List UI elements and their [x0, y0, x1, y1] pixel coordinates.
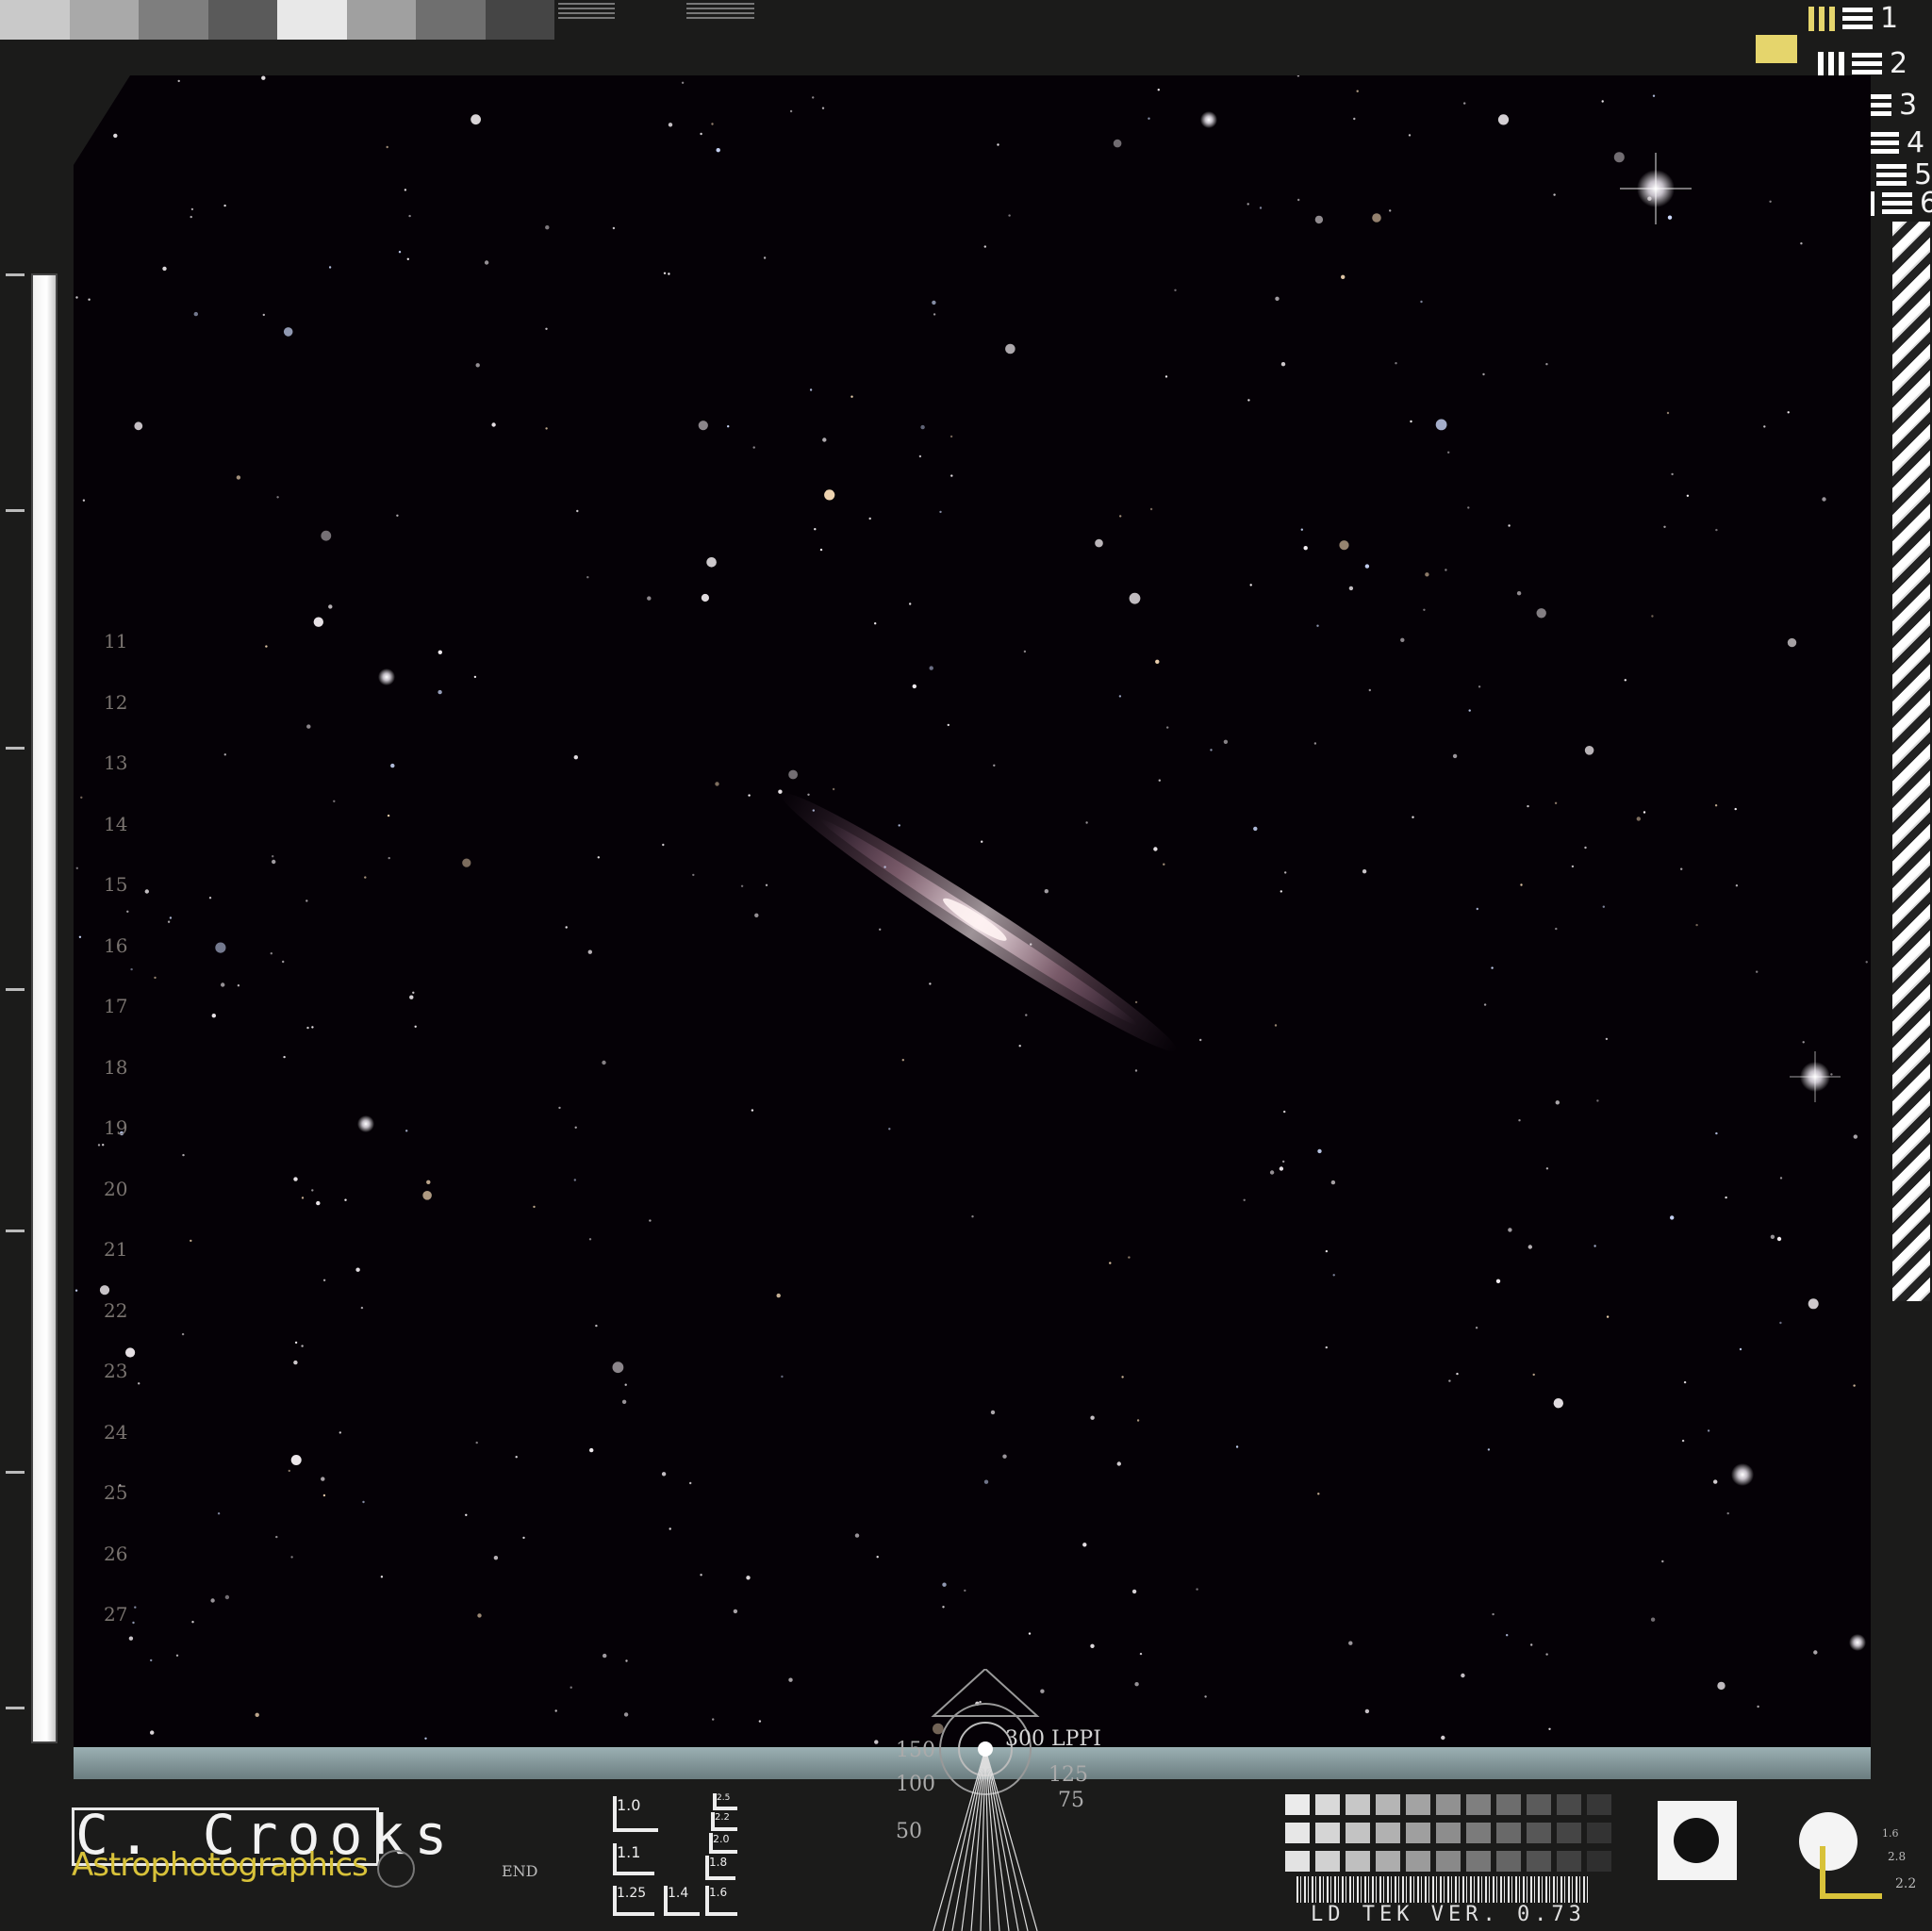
lppi-value: 75 [1058, 1789, 1084, 1812]
gray-step-cell [1285, 1823, 1310, 1843]
resolution-block: 1.1 [613, 1843, 654, 1875]
tick-mark [6, 1471, 25, 1474]
gray-step-cell [1557, 1823, 1581, 1843]
ruler-number: 26 [104, 1542, 128, 1565]
density-value: 2.8 [1888, 1850, 1907, 1863]
target-dot [1674, 1818, 1719, 1863]
lppi-value: 100 [896, 1773, 935, 1796]
gray-step-cell [1315, 1794, 1340, 1815]
resolution-block: 2.0 [709, 1833, 737, 1854]
ruler-number: 12 [104, 690, 128, 714]
gray-step-cell [1406, 1823, 1430, 1843]
gray-step-cell [1315, 1851, 1340, 1872]
resolution-block: 1.0 [613, 1796, 658, 1832]
resolution-block: 1.8 [705, 1856, 735, 1880]
tick-mark [6, 988, 25, 991]
color-swatch [1756, 35, 1797, 63]
gray-step-cell [1436, 1823, 1461, 1843]
hatch-mark [686, 0, 754, 19]
gray-step-cell [1527, 1823, 1551, 1843]
tick-mark [6, 747, 25, 750]
resolution-block: 1.25 [613, 1886, 654, 1916]
gray-step-cell [1466, 1823, 1491, 1843]
resolution-block: 2.5 [713, 1793, 737, 1810]
gray-step-cell [1527, 1851, 1551, 1872]
lppi-value: 125 [1049, 1763, 1088, 1787]
ruler-number: 14 [104, 812, 128, 835]
lppi-value: 150 [896, 1739, 935, 1762]
gray-step-cell [1587, 1823, 1611, 1843]
resolution-marker: 2 [1818, 47, 1907, 80]
gray-step-cell [1346, 1823, 1370, 1843]
bright-stars [357, 111, 1866, 1651]
ruler-number: 21 [104, 1238, 128, 1261]
gray-step-cell [1346, 1794, 1370, 1815]
ruler-number: 25 [104, 1481, 128, 1504]
logo-subtitle: Astrophotographics [72, 1846, 369, 1884]
gray-step-cell [1496, 1851, 1521, 1872]
gray-step-cell [1557, 1794, 1581, 1815]
density-value: 1.6 [1882, 1827, 1899, 1840]
resolution-block: 1.6 [705, 1886, 737, 1916]
gray-step-cell [1436, 1794, 1461, 1815]
right-sawtooth-bar [1892, 222, 1930, 1301]
gray-scale-strip [0, 0, 554, 40]
gray-step-cell [1496, 1823, 1521, 1843]
end-label: END [502, 1862, 538, 1880]
gray-step-cell [1466, 1794, 1491, 1815]
ruler-number: 19 [104, 1116, 128, 1139]
ruler-number: 11 [104, 630, 128, 652]
gray-step-cell [1587, 1794, 1611, 1815]
resolution-marker: 1 [1808, 2, 1898, 35]
barcode [1296, 1876, 1589, 1903]
ruler-number: 20 [104, 1177, 128, 1200]
gray-step-cell [1466, 1851, 1491, 1872]
star-field-image [74, 75, 1871, 1747]
ruler-number: 23 [104, 1360, 128, 1382]
gray-step-cell [1406, 1794, 1430, 1815]
logo-ring-icon [377, 1850, 415, 1888]
gray-step-cell [1406, 1851, 1430, 1872]
gray-step-cell [1376, 1794, 1400, 1815]
resolution-block: 1.4 [664, 1886, 700, 1916]
star-field [74, 75, 1868, 1744]
ruler-number: 13 [104, 751, 128, 774]
ruler-number: 22 [104, 1298, 128, 1322]
tick-mark [6, 509, 25, 512]
left-density-bar [31, 273, 58, 1743]
lppi-label: 300 LPPI [1005, 1727, 1101, 1751]
gray-step-cell [1436, 1851, 1461, 1872]
gray-step-cell [1376, 1851, 1400, 1872]
hatch-mark [558, 0, 615, 19]
tick-mark [6, 273, 25, 276]
ruler-number: 18 [104, 1055, 128, 1079]
tick-mark [6, 1707, 25, 1709]
ruler-number: 15 [104, 873, 128, 896]
corner-mark [1820, 1846, 1882, 1899]
gray-step-cell [1587, 1851, 1611, 1872]
lppi-value: 50 [896, 1820, 922, 1843]
gray-step-cell [1285, 1851, 1310, 1872]
gray-step-cell [1346, 1851, 1370, 1872]
tick-mark [6, 1230, 25, 1232]
gray-step-cell [1496, 1794, 1521, 1815]
edge-on-galaxy [781, 792, 1177, 1052]
ruler-number: 24 [104, 1420, 128, 1444]
gray-step-cell [1285, 1794, 1310, 1815]
resolution-block: 2.2 [711, 1812, 737, 1831]
gray-step-cell [1527, 1794, 1551, 1815]
ruler-number: 16 [104, 933, 128, 957]
ruler-number: 17 [104, 995, 128, 1017]
density-value: 2.2 [1895, 1876, 1917, 1891]
gray-step-cell [1315, 1823, 1340, 1843]
gray-step-cell [1557, 1851, 1581, 1872]
gray-step-cell [1376, 1823, 1400, 1843]
film-frame: 1 2 3 4 5 6 11 12 13 14 15 16 17 18 19 2… [0, 0, 1932, 1931]
version-label: LD TEK VER. 0.73 [1311, 1903, 1586, 1926]
ruler-number: 27 [104, 1603, 128, 1626]
